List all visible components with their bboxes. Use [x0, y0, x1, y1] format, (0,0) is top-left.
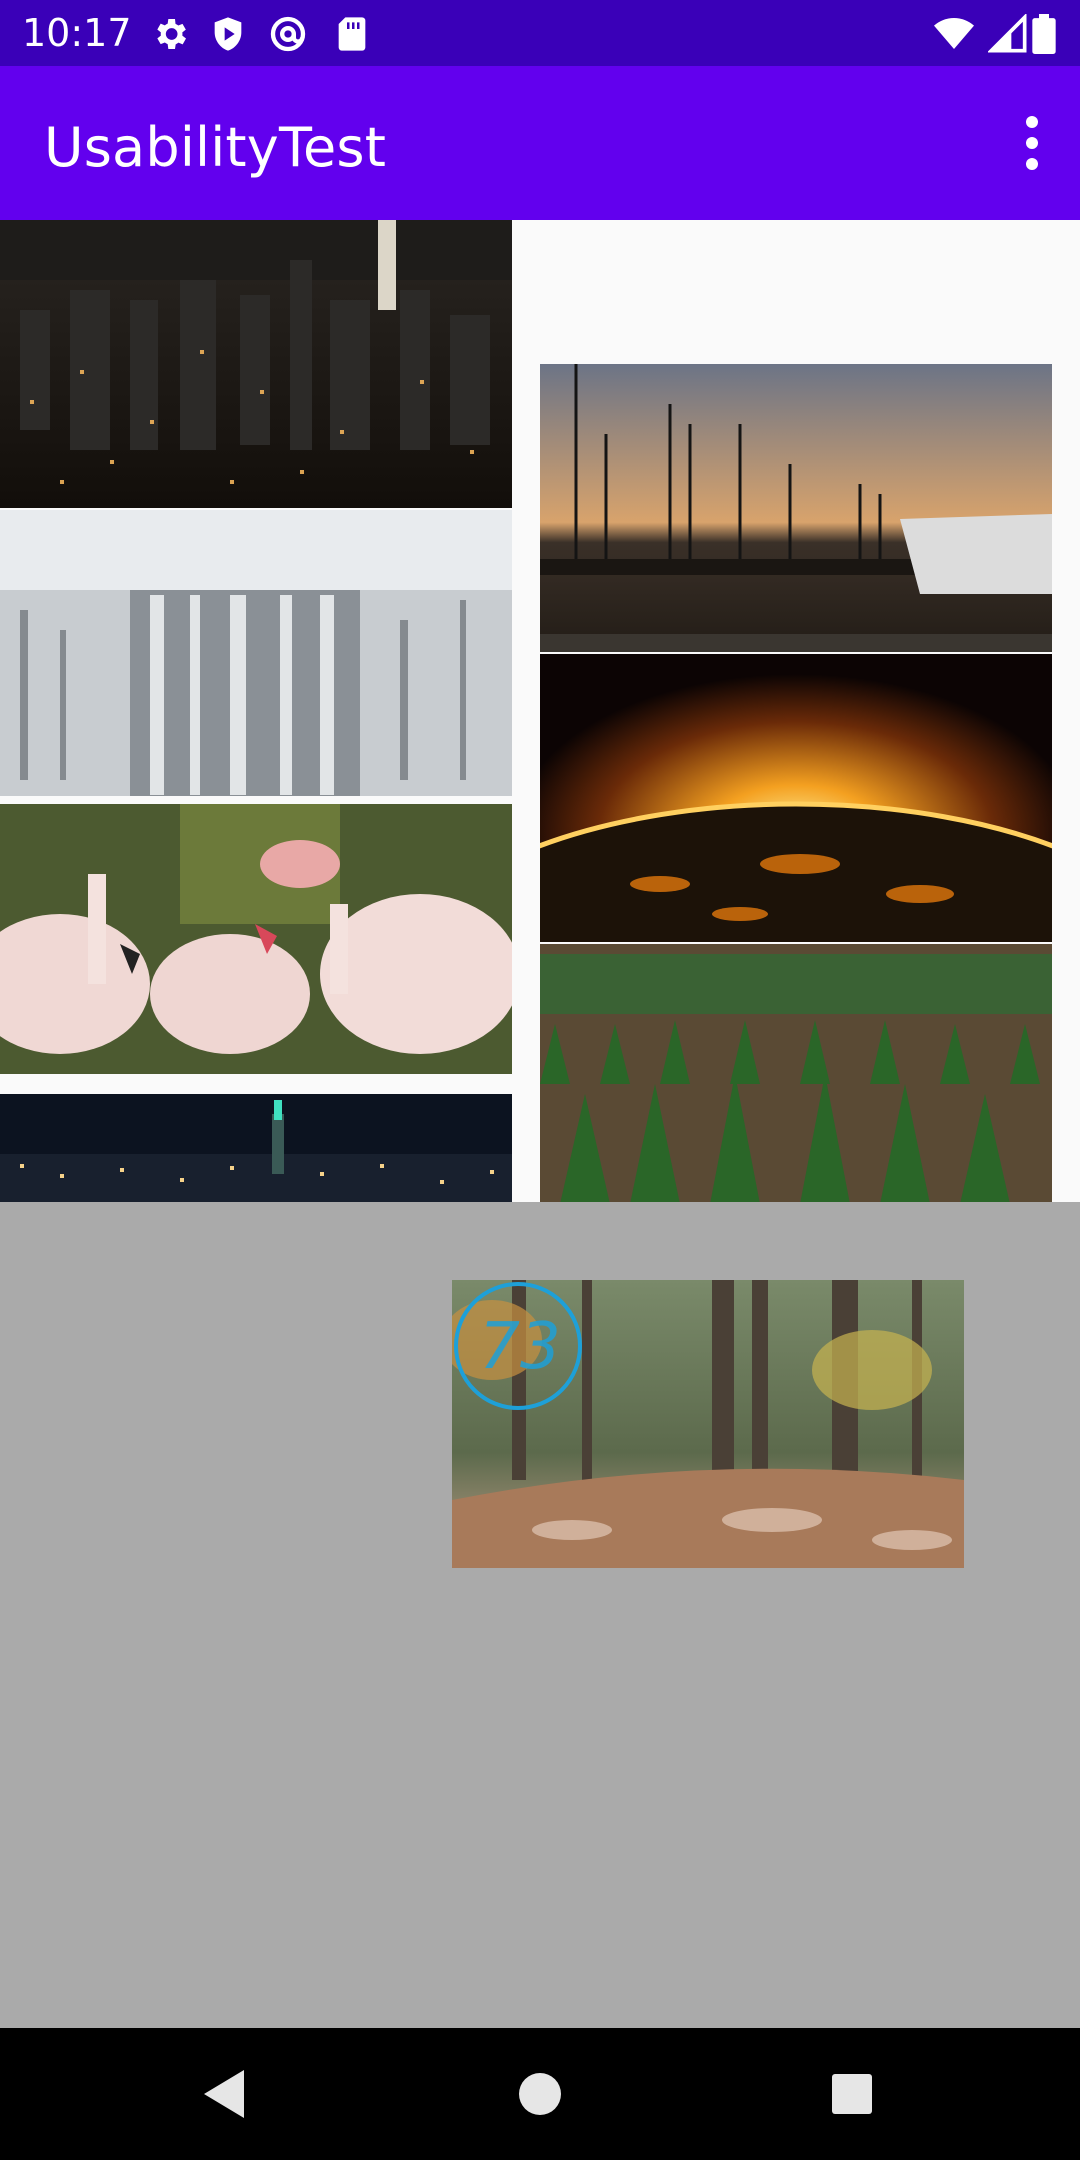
gallery-item-flamingos[interactable] — [0, 804, 512, 1074]
video-gallery — [0, 220, 1080, 1202]
gallery-item-pine-tree-farm[interactable] — [540, 944, 1052, 1202]
wifi-icon — [934, 14, 974, 54]
sd-card-icon — [332, 14, 372, 54]
shield-icon — [208, 14, 248, 54]
navigation-bar — [0, 2028, 1080, 2160]
countdown-timer: 73 — [452, 1280, 588, 1416]
status-time: 10:17 — [22, 11, 132, 55]
overlay-panel: 73 — [0, 1202, 1080, 2028]
app-bar: UsabilityTest — [0, 66, 1080, 220]
timer-value: 73 — [479, 1310, 561, 1384]
battery-icon — [1032, 14, 1062, 55]
gallery-item-city-night-panorama[interactable] — [0, 1094, 512, 1202]
signal-icon — [986, 12, 1028, 54]
gallery-item-marina-sunset[interactable] — [540, 364, 1052, 652]
floating-video-autumn-forest[interactable]: 73 — [452, 1280, 964, 1568]
gallery-item-planet-sunrise-space[interactable] — [540, 654, 1052, 942]
gallery-item-city-night-skyline[interactable] — [0, 220, 512, 508]
gallery-item-frozen-waterfall[interactable] — [0, 510, 512, 796]
recents-icon[interactable] — [822, 2064, 882, 2124]
back-icon[interactable] — [196, 2064, 256, 2124]
home-icon[interactable] — [510, 2064, 570, 2124]
more-vert-icon[interactable] — [1012, 108, 1052, 178]
settings-icon — [150, 14, 190, 54]
at-sign-icon — [268, 14, 308, 54]
app-title: UsabilityTest — [44, 116, 387, 179]
status-bar: 10:17 — [0, 0, 1080, 66]
